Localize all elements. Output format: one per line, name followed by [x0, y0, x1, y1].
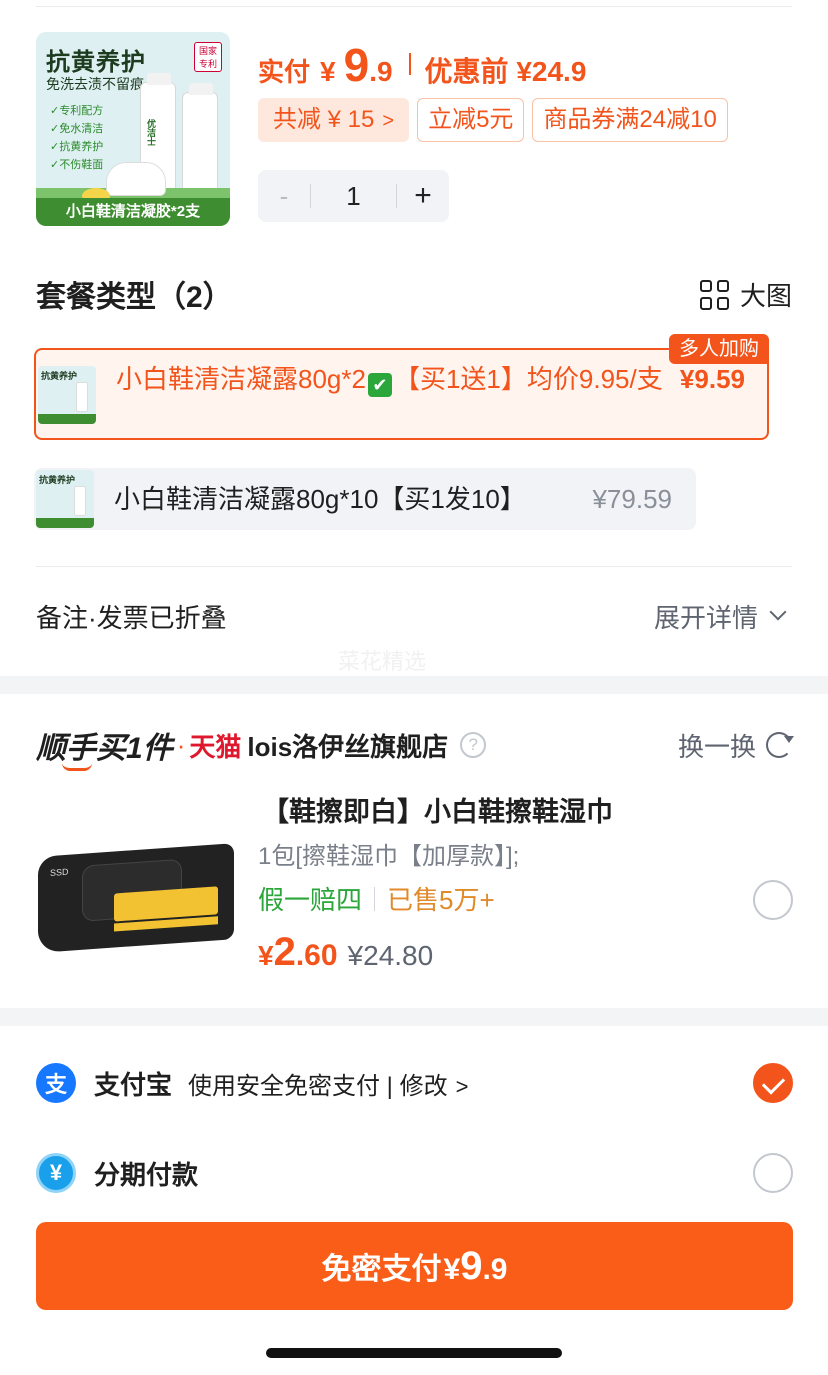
- option-price: ¥9.59: [679, 364, 745, 394]
- original-price: 优惠前 ¥24.9: [424, 56, 587, 87]
- big-image-toggle[interactable]: 大图: [699, 276, 792, 313]
- package-type-title: 套餐类型（2）: [36, 281, 233, 314]
- coupon-tag: 商品券满24减10: [532, 98, 728, 142]
- convenience-buy-logo: 顺手买1件: [36, 723, 173, 771]
- thumb-subtitle: 免洗去渍不留痕: [46, 76, 144, 92]
- help-icon[interactable]: ?: [460, 732, 487, 758]
- addon-original-price: ¥24.80: [347, 940, 434, 971]
- convenience-buy-header: 顺手买1件 · 天猫 lois洛伊丝旗舰店 ? 换一换: [36, 723, 794, 771]
- option-thumbnail: 抗黄养护: [38, 366, 96, 424]
- chevron-right-icon: >: [382, 110, 395, 132]
- big-image-label: 大图: [739, 281, 792, 311]
- addon-product-tags: 假一赔四 已售5万+: [258, 880, 495, 917]
- price-decimal: .9: [369, 56, 393, 87]
- section-divider: [36, 566, 792, 567]
- grid-icon: [699, 279, 730, 310]
- wipes-pack: SSD: [38, 843, 234, 953]
- increment-button[interactable]: +: [397, 179, 449, 213]
- option-label: 小白鞋清洁凝露80g*10【买1发10】: [114, 484, 526, 514]
- thumb-feature: ✓不伤鞋面: [50, 159, 104, 171]
- thumb-band: 小白鞋清洁凝胶*2支: [36, 198, 230, 226]
- decrement-button[interactable]: -: [258, 181, 310, 212]
- payment-desc[interactable]: 使用安全免密支付 | 修改 >: [188, 1066, 468, 1101]
- total-discount-tag[interactable]: 共减 ¥ 15 >: [258, 98, 410, 142]
- payment-method-installment[interactable]: ¥ 分期付款: [36, 1148, 792, 1198]
- section-gap: [0, 1008, 828, 1026]
- payment-name: 支付宝: [94, 1069, 173, 1100]
- payment-name: 分期付款: [94, 1159, 199, 1190]
- watermark: 菜花精选: [338, 649, 427, 674]
- price-integer: 2: [273, 930, 296, 974]
- installment-icon: ¥: [36, 1153, 76, 1193]
- separator-dot: ·: [176, 729, 186, 760]
- chevron-down-icon: [769, 603, 787, 621]
- patent-badge: 国家专利: [194, 42, 222, 72]
- product-tube: [182, 83, 218, 200]
- alipay-selected-check-icon[interactable]: [753, 1063, 793, 1103]
- price-integer: 9: [343, 39, 370, 91]
- addon-price: ¥ 2 .60 ¥24.80: [258, 930, 433, 975]
- package-option-selected[interactable]: 抗黄养护 小白鞋清洁凝露80g*2 ✔ 【买1送1】均价9.95/支 ¥9.59 多…: [34, 334, 769, 440]
- section-gap: [0, 676, 828, 694]
- top-divider: [36, 6, 792, 7]
- option-label: 小白鞋清洁凝露80g*2 ✔ 【买1送1】均价9.95/支: [116, 364, 663, 397]
- addon-product-name[interactable]: 【鞋擦即白】小白鞋擦鞋湿巾: [262, 790, 613, 829]
- price-decimal: .9: [482, 1253, 508, 1286]
- package-option[interactable]: 抗黄养护 小白鞋清洁凝露80g*10【买1发10】 ¥79.59: [34, 468, 696, 530]
- addon-product-spec: 1包[擦鞋湿巾【加厚款】];: [258, 843, 520, 870]
- discount-tags: 共减 ¥ 15 > 立减5元 商品券满24减10: [258, 98, 728, 142]
- currency-symbol: ¥: [258, 940, 274, 971]
- product-thumbnail[interactable]: 抗黄养护 免洗去渍不留痕 ✓专利配方 ✓免水清洁 ✓抗黄养护 ✓不伤鞋面 优洁士…: [36, 32, 230, 226]
- thumb-feature: ✓免水清洁: [50, 123, 104, 135]
- thumb-feature-list: ✓专利配方 ✓免水清洁 ✓抗黄养护 ✓不伤鞋面: [50, 102, 103, 174]
- check-emoji-icon: ✔: [367, 373, 392, 397]
- thumb-feature: ✓抗黄养护: [50, 141, 104, 153]
- tag-separator: [374, 886, 376, 911]
- refresh-icon: [766, 732, 794, 758]
- price-line: 实付 ¥ 9 .9 优惠前 ¥24.9: [258, 38, 587, 91]
- quantity-stepper: - 1 +: [258, 170, 449, 222]
- option-price: ¥79.59: [592, 484, 672, 514]
- total-discount-label: 共减 ¥ 15: [273, 106, 375, 133]
- home-indicator[interactable]: [266, 1348, 562, 1358]
- swap-button[interactable]: 换一换: [677, 727, 794, 764]
- chevron-right-icon: >: [455, 1073, 469, 1099]
- quantity-value[interactable]: 1: [311, 181, 396, 212]
- thumb-feature: ✓专利配方: [50, 105, 104, 117]
- thumb-title: 抗黄养护: [46, 49, 146, 76]
- expand-label: 展开详情: [653, 602, 758, 633]
- store-name[interactable]: lois洛伊丝旗舰店: [247, 727, 448, 764]
- guarantee-label: 假一赔四: [258, 885, 363, 915]
- price-decimal: .60: [295, 939, 338, 972]
- expand-details-button[interactable]: 展开详情: [654, 598, 792, 635]
- instant-discount-tag: 立减5元: [417, 98, 525, 142]
- pay-label: 实付: [258, 57, 311, 87]
- price-separator: [408, 53, 411, 75]
- remark-row[interactable]: 备注·发票已折叠 展开详情: [36, 596, 792, 636]
- remark-label: 备注·发票已折叠: [36, 602, 227, 633]
- alipay-icon: 支: [36, 1063, 76, 1103]
- pay-button[interactable]: 免密支付 ¥ 9 .9: [36, 1222, 793, 1310]
- installment-radio[interactable]: [753, 1153, 793, 1193]
- popular-badge: 多人加购: [669, 334, 769, 364]
- wipes-product-image[interactable]: SSD: [38, 836, 238, 953]
- swap-label: 换一换: [677, 731, 756, 762]
- addon-select-radio[interactable]: [753, 880, 793, 920]
- payment-method-alipay[interactable]: 支 支付宝 使用安全免密支付 | 修改 >: [36, 1058, 792, 1108]
- sold-count: 已售5万+: [387, 885, 495, 915]
- currency-symbol: ¥: [443, 1253, 461, 1286]
- shoe-picture: [106, 162, 166, 196]
- option-thumbnail: 抗黄养护: [36, 470, 94, 528]
- price-integer: 9: [460, 1244, 483, 1288]
- pay-button-label: 免密支付: [321, 1253, 442, 1286]
- tmall-label: 天猫: [189, 731, 242, 762]
- currency-symbol: ¥: [320, 56, 336, 87]
